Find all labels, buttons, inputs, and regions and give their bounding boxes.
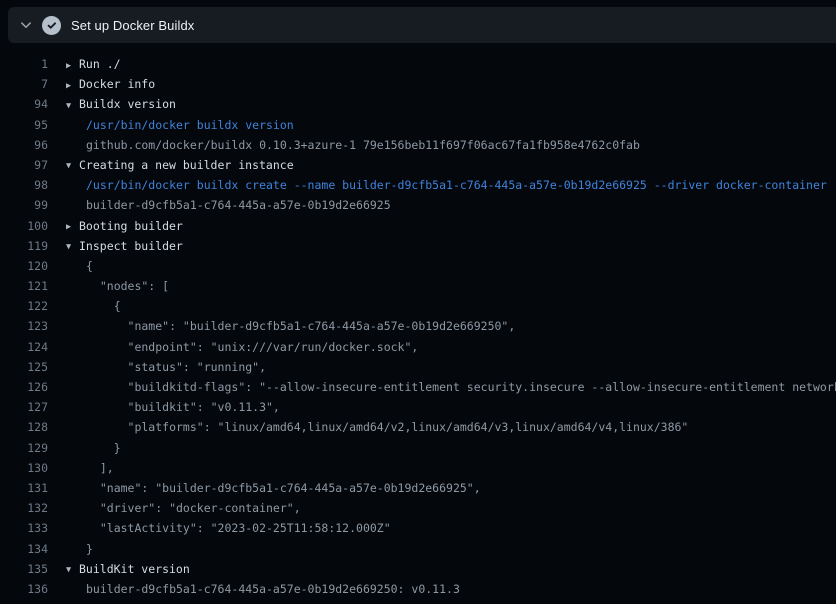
log-line: 132 "driver": "docker-container", [0,498,836,518]
log-line-group[interactable]: 97 ▼Creating a new builder instance [0,155,836,175]
log-line: 134} [0,539,836,559]
log-line: 125 "status": "running", [0,357,836,377]
log-line-group[interactable]: 7 ▶Docker info [0,74,836,94]
triangle-down-icon: ▼ [66,96,79,115]
triangle-down-icon: ▼ [66,156,79,175]
log-line: 136 builder-d9cfb5a1-c764-445a-a57e-0b19d… [0,579,836,599]
line-number-link[interactable]: 125 [0,357,48,377]
log-line: 120 { [0,256,836,276]
line-text: "lastActivity": "2023-02-25T11:58:12.000… [86,521,391,535]
line-text: "buildkit": "v0.11.3", [86,400,280,414]
triangle-right-icon: ▶ [66,56,79,75]
line-number-link[interactable]: 131 [0,478,48,498]
line-number-link[interactable]: 95 [0,115,48,135]
line-number-link[interactable]: 94 [0,94,48,114]
line-text: Inspect builder [79,239,183,253]
line-number-link[interactable]: 136 [0,579,48,599]
log-line: 121 "nodes": [ [0,276,836,296]
line-number-link[interactable]: 135 [0,559,48,579]
log-line-group[interactable]: 100 ▶Booting builder [0,216,836,236]
line-number-link[interactable]: 132 [0,498,48,518]
line-text: Run ./ [79,57,121,71]
line-number-link[interactable]: 134 [0,539,48,559]
triangle-right-icon: ▶ [66,76,79,95]
step-header-set-up-docker-buildx[interactable]: Set up Docker Buildx [8,7,836,43]
log-line: 99 builder-d9cfb5a1-c764-445a-a57e-0b19d2… [0,195,836,215]
line-number-link[interactable]: 1 [0,54,48,74]
line-text: "buildkitd-flags": "--allow-insecure-ent… [86,380,836,394]
line-number-link[interactable]: 99 [0,195,48,215]
log-line-group[interactable]: 1 ▶Run ./ [0,54,836,74]
step-title: Set up Docker Buildx [71,18,194,33]
line-text: "driver": "docker-container", [86,501,301,515]
line-text: Docker info [79,77,155,91]
line-text: ], [86,461,114,475]
line-text: "name": "builder-d9cfb5a1-c764-445a-a57e… [86,319,515,333]
line-number-link[interactable]: 122 [0,296,48,316]
log-line-group[interactable]: 94 ▼Buildx version [0,94,836,114]
log-line-group[interactable]: 135 ▼BuildKit version [0,559,836,579]
line-number-link[interactable]: 97 [0,155,48,175]
log-line-group[interactable]: 119 ▼Inspect builder [0,236,836,256]
log-line: 130 ], [0,458,836,478]
line-text: Booting builder [79,219,183,233]
line-text: "status": "running", [86,360,266,374]
log-line: 127 "buildkit": "v0.11.3", [0,397,836,417]
line-text: "endpoint": "unix:///var/run/docker.sock… [86,340,418,354]
line-text: } [86,441,121,455]
check-circle-icon [42,16,61,35]
chevron-down-icon [19,18,33,32]
log-output: 1▶Run ./7▶Docker info94▼Buildx version95… [0,43,836,599]
line-number-link[interactable]: 124 [0,337,48,357]
line-text: "platforms": "linux/amd64,linux/amd64/v2… [86,420,688,434]
line-number-link[interactable]: 128 [0,417,48,437]
triangle-down-icon: ▼ [66,237,79,256]
line-number-link[interactable]: 120 [0,256,48,276]
actions-log-viewer: Set up Docker Buildx 1▶Run ./7▶Docker in… [0,0,836,604]
line-number-link[interactable]: 121 [0,276,48,296]
line-text: builder-d9cfb5a1-c764-445a-a57e-0b19d2e6… [86,198,391,212]
line-number-link[interactable]: 98 [0,175,48,195]
line-number-link[interactable]: 129 [0,438,48,458]
line-text: /usr/bin/docker buildx version [86,118,294,132]
log-line: 95/usr/bin/docker buildx version [0,115,836,135]
line-number-link[interactable]: 123 [0,316,48,336]
log-line: 98/usr/bin/docker buildx create --name b… [0,175,836,195]
log-line: 128 "platforms": "linux/amd64,linux/amd6… [0,417,836,437]
line-text: Buildx version [79,97,176,111]
line-text: } [86,542,93,556]
log-line: 133 "lastActivity": "2023-02-25T11:58:12… [0,518,836,538]
line-text: "nodes": [ [86,279,169,293]
line-number-link[interactable]: 126 [0,377,48,397]
line-number-link[interactable]: 100 [0,216,48,236]
line-number-link[interactable]: 130 [0,458,48,478]
line-number-link[interactable]: 119 [0,236,48,256]
line-number-link[interactable]: 7 [0,74,48,94]
line-text: /usr/bin/docker buildx create --name bui… [86,178,827,192]
line-text: BuildKit version [79,562,190,576]
log-line: 124 "endpoint": "unix:///var/run/docker.… [0,337,836,357]
line-text: github.com/docker/buildx 0.10.3+azure-1 … [86,138,640,152]
triangle-right-icon: ▶ [66,217,79,236]
line-number-link[interactable]: 133 [0,518,48,538]
log-line: 126 "buildkitd-flags": "--allow-insecure… [0,377,836,397]
line-text: { [86,259,93,273]
log-line: 131 "name": "builder-d9cfb5a1-c764-445a-… [0,478,836,498]
line-text: Creating a new builder instance [79,158,294,172]
log-line: 96 github.com/docker/buildx 0.10.3+azure-… [0,135,836,155]
line-text: builder-d9cfb5a1-c764-445a-a57e-0b19d2e6… [86,582,460,596]
line-number-link[interactable]: 127 [0,397,48,417]
line-text: { [86,299,121,313]
log-line: 123 "name": "builder-d9cfb5a1-c764-445a-… [0,316,836,336]
line-text: "name": "builder-d9cfb5a1-c764-445a-a57e… [86,481,481,495]
line-number-link[interactable]: 96 [0,135,48,155]
triangle-down-icon: ▼ [66,560,79,579]
log-line: 122 { [0,296,836,316]
log-line: 129 } [0,438,836,458]
